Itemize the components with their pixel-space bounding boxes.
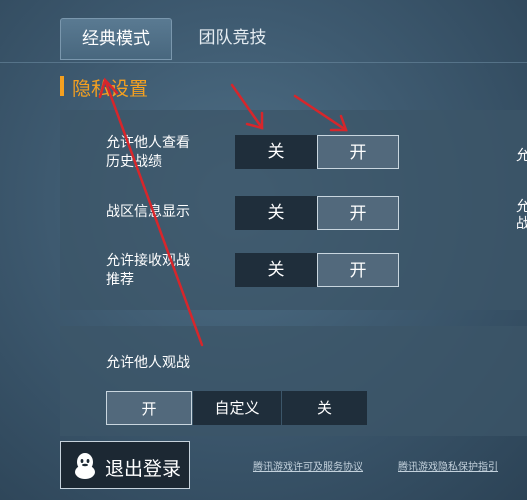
- qq-penguin-icon: [75, 453, 95, 479]
- tab-team-deathmatch[interactable]: 团队竞技: [175, 18, 290, 58]
- section-title: 隐私设置: [72, 78, 149, 100]
- history-on-button[interactable]: 开: [317, 135, 399, 169]
- logout-label: 退出登录: [105, 458, 182, 480]
- right-column-label-3: 战: [516, 216, 527, 232]
- recommend-on-button[interactable]: 开: [317, 253, 399, 287]
- spectate-custom-button[interactable]: 自定义: [193, 391, 281, 425]
- setting-label-warzone: 战区信息显示: [106, 204, 190, 220]
- right-column-label-1: 允: [516, 148, 527, 164]
- setting-label-history: 允许他人查看 历史战绩: [106, 135, 190, 170]
- warzone-on-button[interactable]: 开: [317, 196, 399, 230]
- tab-divider: [0, 62, 527, 63]
- spectate-label: 允许他人观战: [106, 355, 190, 371]
- history-off-button[interactable]: 关: [235, 135, 317, 169]
- spectate-off-button[interactable]: 关: [282, 391, 367, 425]
- spectate-on-button[interactable]: 开: [106, 391, 192, 425]
- section-accent-bar: [60, 76, 64, 96]
- logout-button[interactable]: 退出登录: [60, 441, 190, 489]
- setting-label-spectate-recommend: 允许接收观战 推荐: [106, 253, 190, 288]
- tab-classic-mode[interactable]: 经典模式: [60, 18, 172, 60]
- mode-tabs: 经典模式 团队竞技: [0, 0, 527, 68]
- recommend-off-button[interactable]: 关: [235, 253, 317, 287]
- privacy-policy-link[interactable]: 腾讯游戏隐私保护指引: [398, 458, 498, 473]
- terms-link[interactable]: 腾讯游戏许可及服务协议: [253, 458, 363, 473]
- warzone-off-button[interactable]: 关: [235, 196, 317, 230]
